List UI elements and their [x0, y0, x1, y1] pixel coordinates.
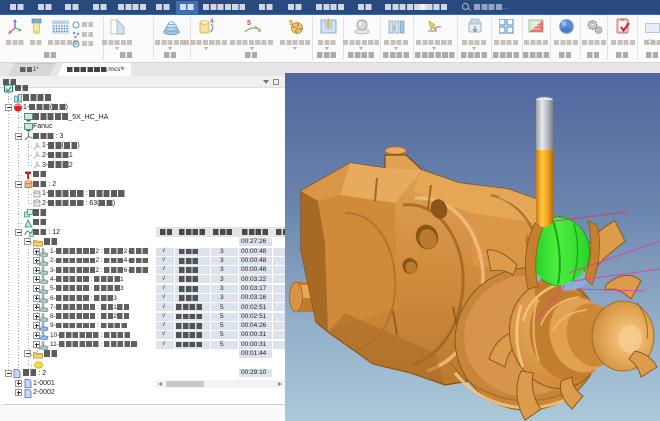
- svg-text:5: 5: [247, 20, 251, 27]
- svg-text:4: 4: [210, 19, 214, 25]
